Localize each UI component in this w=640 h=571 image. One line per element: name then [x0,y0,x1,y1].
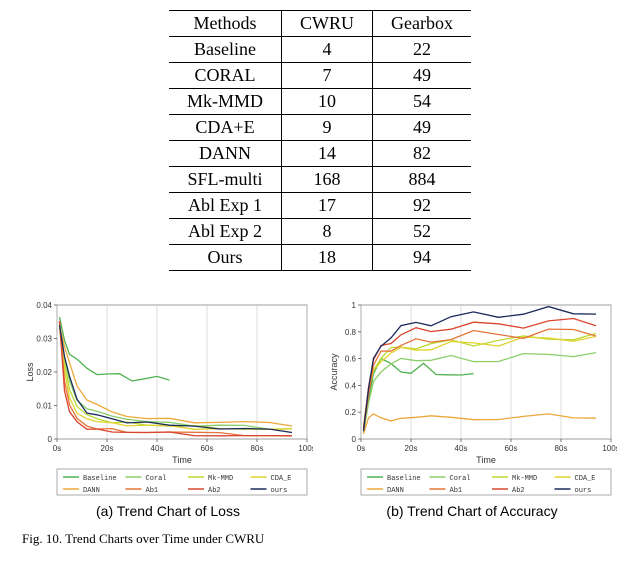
table-cell: 92 [373,193,471,219]
svg-text:0.4: 0.4 [345,381,357,390]
table-cell: Mk-MMD [169,89,282,115]
table-cell: Ours [169,245,282,271]
table-cell: Abl Exp 1 [169,193,282,219]
svg-text:80s: 80s [555,444,568,453]
svg-text:0.04: 0.04 [36,301,52,310]
table-cell: 49 [373,63,471,89]
svg-text:Time: Time [476,455,496,465]
svg-text:Accuracy: Accuracy [329,353,339,391]
svg-text:100s: 100s [602,444,617,453]
table-cell: 8 [282,219,373,245]
svg-text:Mk-MMD: Mk-MMD [512,475,537,483]
svg-text:80s: 80s [251,444,264,453]
svg-text:0.01: 0.01 [36,402,52,411]
table-cell: CORAL [169,63,282,89]
table-cell: 54 [373,89,471,115]
svg-text:0.03: 0.03 [36,335,52,344]
svg-text:Loss: Loss [25,362,35,382]
svg-text:100s: 100s [298,444,313,453]
svg-text:ours: ours [575,487,592,495]
svg-text:0s: 0s [53,444,61,453]
table-cell: 49 [373,115,471,141]
table-cell: 9 [282,115,373,141]
col-methods: Methods [169,11,282,37]
table-header-row: Methods CWRU Gearbox [169,11,471,37]
table-row: Ours1894 [169,245,471,271]
table-cell: CDA+E [169,115,282,141]
table-cell: 94 [373,245,471,271]
svg-text:Mk-MMD: Mk-MMD [208,475,233,483]
accuracy-chart: 0 0.2 0.4 0.6 0.8 1 0s 20s 40s 60s 80s 100s Time Accu… [327,299,617,499]
svg-text:0.6: 0.6 [345,355,357,364]
svg-text:Coral: Coral [146,475,167,483]
svg-text:DANN: DANN [387,487,404,495]
svg-text:Coral: Coral [450,475,471,483]
svg-text:0: 0 [48,435,53,444]
svg-text:Ab1: Ab1 [450,487,463,495]
table-cell: Baseline [169,37,282,63]
table-row: Mk-MMD1054 [169,89,471,115]
svg-text:DANN: DANN [83,487,100,495]
chart-cell-loss: 0 0.01 0.02 0.03 0.04 0s 20s 40s 60s 80s 100s Time L… [20,299,316,519]
table-cell: SFL-multi [169,167,282,193]
table-cell: 82 [373,141,471,167]
table-cell: 884 [373,167,471,193]
table-cell: 168 [282,167,373,193]
svg-text:Ab1: Ab1 [146,487,159,495]
table-row: CDA+E949 [169,115,471,141]
figure-caption: Fig. 10. Trend Charts over Time under CW… [20,531,620,547]
chart-cell-accuracy: 0 0.2 0.4 0.6 0.8 1 0s 20s 40s 60s 80s 100s Time Accu… [324,299,620,519]
table-cell: 10 [282,89,373,115]
table-row: Abl Exp 11792 [169,193,471,219]
table-row: DANN1482 [169,141,471,167]
svg-text:0: 0 [352,435,357,444]
col-cwru: CWRU [282,11,373,37]
table-cell: 17 [282,193,373,219]
svg-text:40s: 40s [151,444,164,453]
table-row: Abl Exp 2852 [169,219,471,245]
svg-text:Baseline: Baseline [83,475,117,483]
svg-text:1: 1 [352,301,357,310]
table-row: Baseline422 [169,37,471,63]
svg-text:Time: Time [172,455,192,465]
table-cell: 7 [282,63,373,89]
svg-text:20s: 20s [101,444,114,453]
table-row: SFL-multi168884 [169,167,471,193]
table-cell: 18 [282,245,373,271]
table-cell: 52 [373,219,471,245]
svg-text:0s: 0s [357,444,365,453]
table-row: CORAL749 [169,63,471,89]
svg-text:CDA_E: CDA_E [575,475,596,483]
loss-chart: 0 0.01 0.02 0.03 0.04 0s 20s 40s 60s 80s 100s Time L… [23,299,313,499]
methods-table: Methods CWRU Gearbox Baseline422CORAL749… [169,10,471,271]
svg-text:0.8: 0.8 [345,328,357,337]
table-cell: 14 [282,141,373,167]
svg-text:20s: 20s [405,444,418,453]
svg-text:Ab2: Ab2 [208,487,221,495]
table-cell: 22 [373,37,471,63]
subcaption-a: (a) Trend Chart of Loss [96,503,240,519]
svg-text:CDA_E: CDA_E [271,475,292,483]
svg-text:0.2: 0.2 [345,408,357,417]
svg-text:60s: 60s [505,444,518,453]
svg-text:Ab2: Ab2 [512,487,525,495]
table-cell: 4 [282,37,373,63]
charts-row: 00.010.020.030.040s20s40s60s80s100sTimeL… [20,299,620,519]
col-gearbox: Gearbox [373,11,471,37]
svg-text:60s: 60s [201,444,214,453]
svg-text:40s: 40s [455,444,468,453]
table-cell: Abl Exp 2 [169,219,282,245]
svg-text:ours: ours [271,487,288,495]
svg-text:0.02: 0.02 [36,368,52,377]
svg-text:Baseline: Baseline [387,475,421,483]
table-cell: DANN [169,141,282,167]
subcaption-b: (b) Trend Chart of Accuracy [386,503,557,519]
